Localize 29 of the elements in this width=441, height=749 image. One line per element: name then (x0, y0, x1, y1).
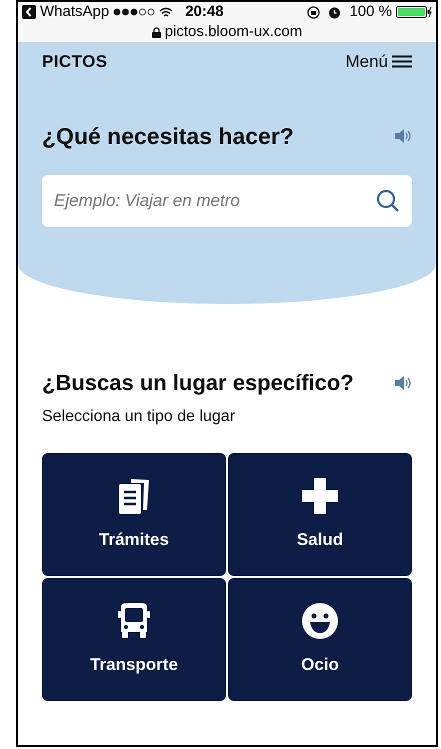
places-heading: ¿Buscas un lugar específico? (42, 369, 354, 397)
back-icon[interactable] (22, 5, 36, 19)
speaker-icon[interactable] (394, 374, 412, 390)
documents-icon (117, 476, 151, 515)
battery-percent: 100 % (349, 2, 392, 22)
battery-icon (396, 6, 432, 18)
signal-icon (113, 8, 156, 16)
place-tile[interactable]: Trámites (42, 453, 226, 576)
menu-button[interactable]: Menú (345, 49, 412, 74)
alarm-icon (328, 6, 342, 18)
smiley-icon (301, 602, 339, 640)
wifi-icon (159, 6, 174, 18)
lock-icon (152, 26, 161, 38)
search-field[interactable]: Ejemplo: Viajar en metro (42, 175, 412, 227)
place-tile[interactable]: Salud (228, 453, 412, 576)
search-icon[interactable] (376, 189, 400, 213)
menu-icon (392, 55, 412, 68)
places-subtitle: Selecciona un tipo de lugar (42, 407, 236, 427)
hero-heading: ¿Qué necesitas hacer? (42, 122, 294, 150)
cross-icon (301, 476, 339, 515)
logo[interactable]: PICTOS (42, 49, 108, 74)
bus-icon (115, 602, 153, 640)
speaker-icon[interactable] (394, 128, 412, 144)
rotation-lock-icon (307, 6, 320, 18)
clock-time: 20:48 (185, 2, 224, 22)
place-tile[interactable]: Ocio (228, 578, 412, 701)
place-tile[interactable]: Transporte (42, 578, 226, 701)
back-app-label[interactable]: WhatsApp (40, 0, 110, 24)
url-text[interactable]: pictos.bloom-ux.com (164, 20, 302, 44)
